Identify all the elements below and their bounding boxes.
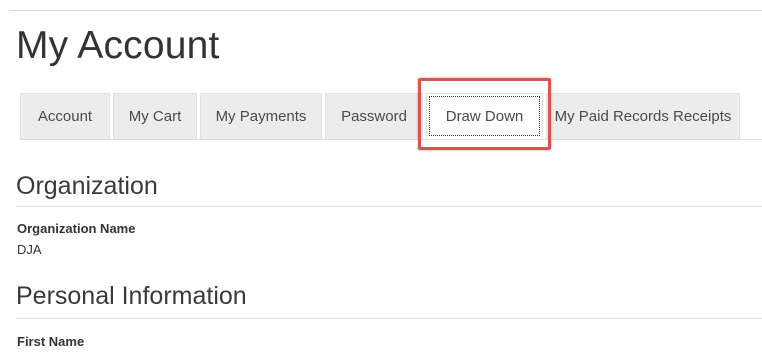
top-divider xyxy=(10,10,762,11)
personal-information-heading: Personal Information xyxy=(16,282,247,310)
first-name-label: First Name xyxy=(17,334,85,349)
account-tabs: Account My Cart My Payments Password Dra… xyxy=(20,93,762,139)
tab-draw-down-label: Draw Down xyxy=(445,107,524,125)
tab-draw-down[interactable]: Draw Down xyxy=(426,93,543,139)
tab-my-cart[interactable]: My Cart xyxy=(113,93,197,139)
tab-my-payments[interactable]: My Payments xyxy=(200,93,322,139)
tab-my-paid-records-receipts[interactable]: My Paid Records Receipts xyxy=(546,93,740,139)
page-title: My Account xyxy=(16,24,220,67)
organization-heading: Organization xyxy=(16,172,158,200)
tab-password[interactable]: Password xyxy=(325,93,423,139)
organization-name-value: DJA xyxy=(17,242,42,257)
organization-name-label: Organization Name xyxy=(17,221,136,236)
tab-account[interactable]: Account xyxy=(20,93,110,139)
my-account-page: My Account Account My Cart My Payments P… xyxy=(0,0,762,356)
personal-information-divider xyxy=(16,318,762,319)
organization-divider xyxy=(16,206,762,207)
tabs-divider xyxy=(20,139,762,140)
